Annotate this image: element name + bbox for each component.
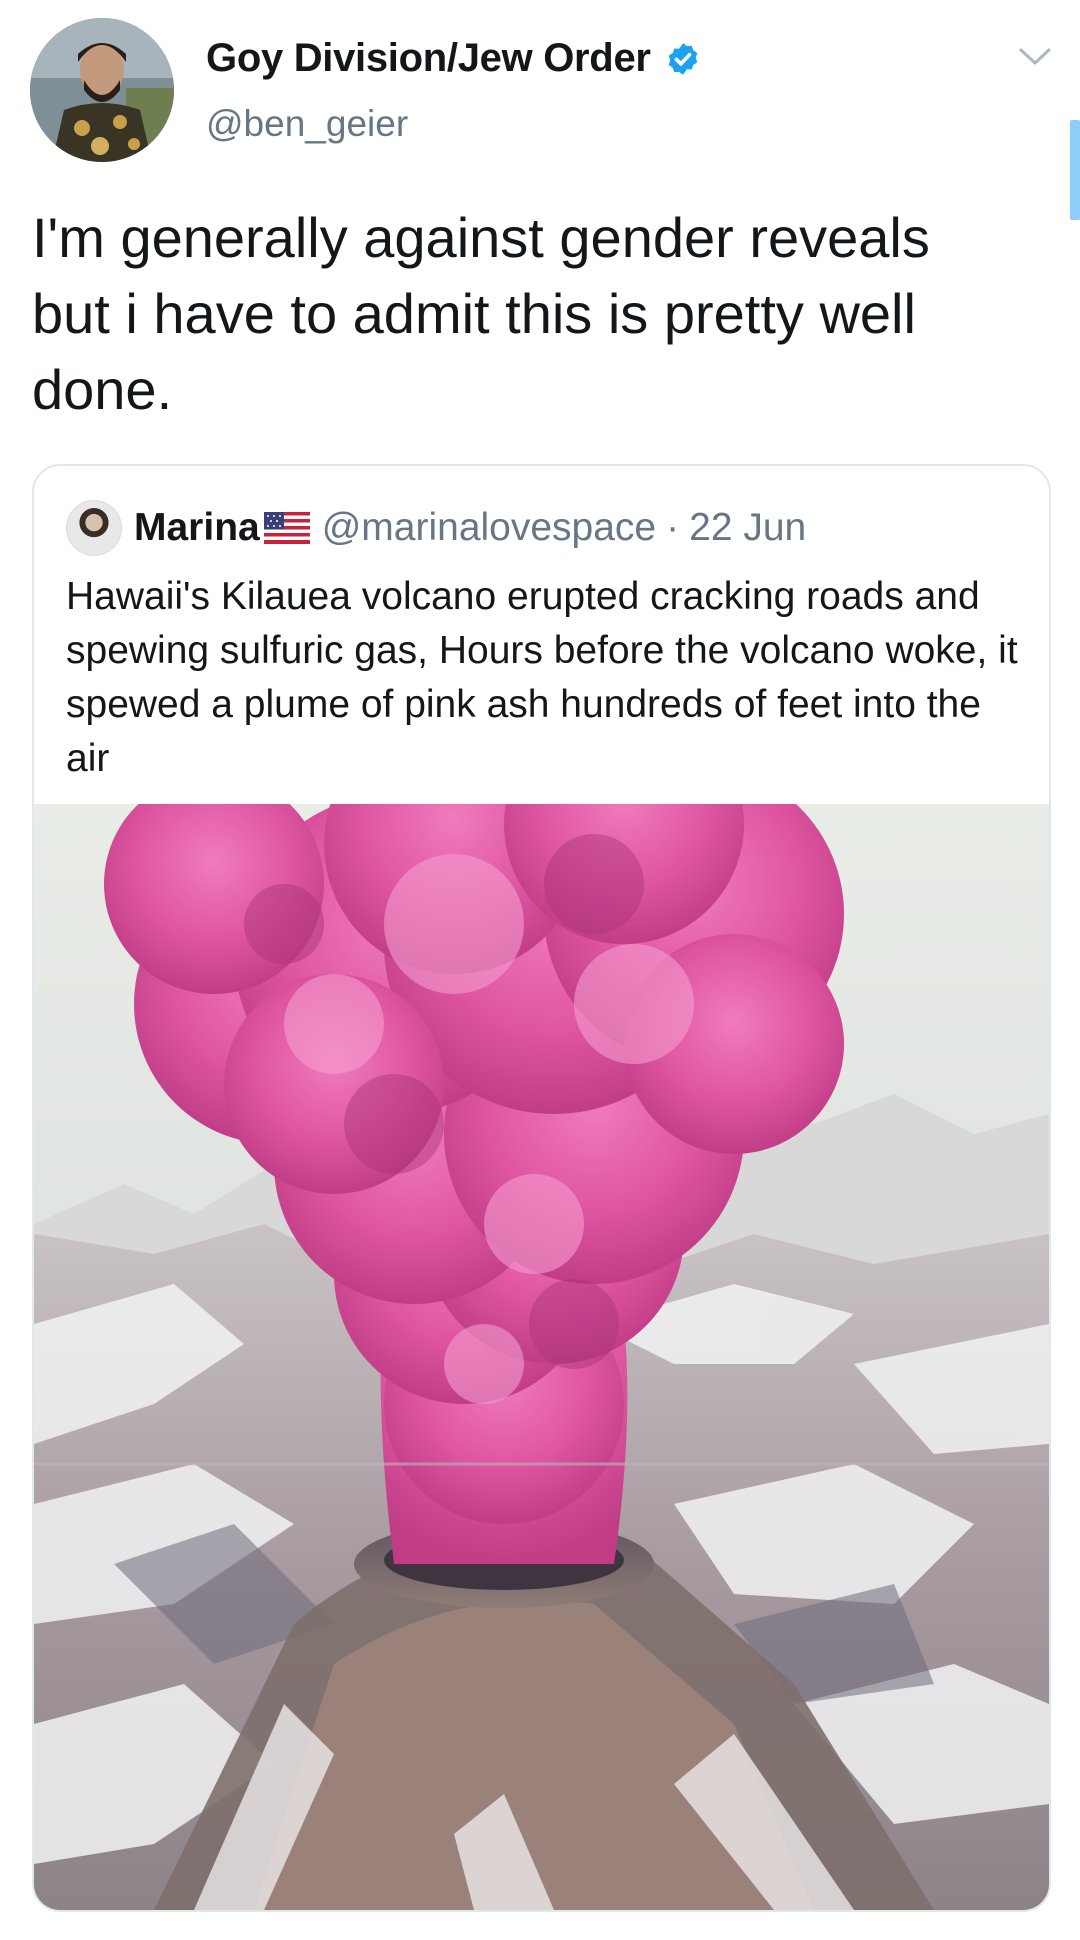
us-flag-icon [263,512,310,544]
author-avatar-image [30,18,174,162]
quoted-author-handle[interactable]: @marinalovespace [322,506,656,550]
tweet-text: I'm generally against gender reveals but… [32,206,930,421]
quoted-tweet-date[interactable]: 22 Jun [689,506,806,550]
verified-badge-icon [668,42,697,75]
author-handle[interactable]: @ben_geier [206,103,408,145]
author-name-row[interactable]: Goy Division/Jew Order [206,36,701,81]
quoted-tweet-card[interactable]: Marina @marinalovespace · 22 Jun Hawaii'… [32,464,1051,1912]
chevron-down-icon[interactable] [1018,46,1052,68]
author-display-name[interactable]: Goy Division/Jew Order [206,36,651,81]
header-separator: · [666,506,680,549]
quoted-tweet-media[interactable] [34,804,1049,1910]
quoted-author-avatar[interactable] [66,500,122,556]
author-avatar[interactable] [30,18,174,162]
quoted-author-name[interactable]: Marina [134,506,260,550]
quoted-tweet-text: Hawaii's Kilauea volcano erupted crackin… [66,575,1018,780]
quoted-tweet-header: Marina @marinalovespace · 22 Jun [66,500,806,556]
scroll-indicator[interactable] [1070,120,1080,220]
